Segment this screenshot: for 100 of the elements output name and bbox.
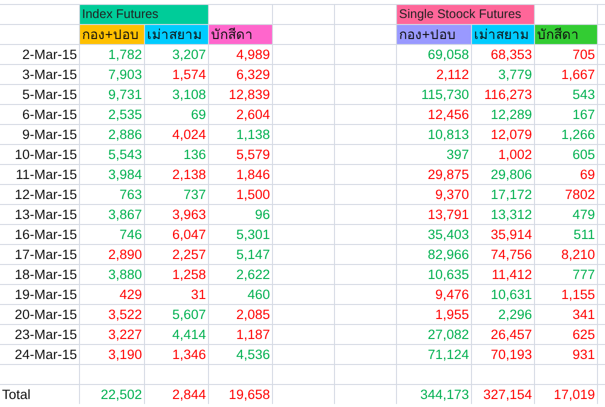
total-cell-text: 2,844 — [171, 386, 207, 404]
table-cell-text: 543 — [571, 86, 596, 104]
column-header: เม่าสยาม — [145, 25, 208, 44]
table-cell-text: 625 — [571, 326, 596, 344]
table-cell-text: 96 — [254, 206, 271, 224]
table-cell-text: 1,346 — [171, 346, 207, 364]
table-cell-text: 1,846 — [235, 166, 271, 184]
table-cell-text: 5,607 — [171, 306, 207, 324]
column-header: บักสีดา — [209, 25, 272, 44]
table-cell-text: 9,476 — [434, 286, 470, 304]
table-cell-text: 1,138 — [235, 126, 271, 144]
table-cell-text: 7802 — [564, 186, 596, 204]
table-cell-text: 3,963 — [171, 206, 207, 224]
table-cell-text: 2,138 — [171, 166, 207, 184]
total-cell-text: 19,658 — [228, 386, 271, 404]
table-cell-text: 7,903 — [107, 66, 143, 84]
column-header: กอง+ปอบ — [80, 25, 144, 44]
table-cell-text: 6,047 — [171, 226, 207, 244]
table-cell-text: 35,403 — [426, 226, 470, 244]
date-cell-text: 18-Mar-15 — [14, 266, 78, 284]
date-cell-text: 23-Mar-15 — [14, 326, 78, 344]
table-cell-text: 4,536 — [235, 346, 271, 364]
table-cell-text: 13,312 — [490, 206, 533, 224]
section-title: Index Futures — [80, 5, 208, 24]
table-cell-text: 27,082 — [426, 326, 470, 344]
table-cell-text: 4,414 — [171, 326, 207, 344]
table-cell-text: 511 — [572, 226, 596, 244]
table-cell-text: 3,227 — [107, 326, 143, 344]
table-cell-text: 35,914 — [490, 226, 533, 244]
table-cell-text: 2,257 — [171, 246, 207, 264]
table-cell-text: 69 — [190, 106, 207, 124]
table-cell-text: 12,079 — [490, 126, 533, 144]
table-cell-text: 3,984 — [107, 166, 143, 184]
table-cell-text: 12,839 — [228, 86, 271, 104]
table-cell-text: 5,543 — [107, 146, 143, 164]
table-cell-text: 69 — [578, 166, 596, 184]
date-cell-text: 3-Mar-15 — [21, 66, 78, 84]
date-cell-text: 10-Mar-15 — [14, 146, 78, 164]
table-cell-text: 74,756 — [490, 246, 533, 264]
total-cell-text: 22,502 — [100, 386, 143, 404]
table-cell-text: 5,301 — [235, 226, 271, 244]
total-label: Total — [1, 386, 32, 404]
table-cell-text: 1,155 — [560, 286, 596, 304]
table-cell-text: 2,296 — [497, 306, 533, 324]
table-cell-text: 69,058 — [426, 46, 470, 64]
table-cell-text: 746 — [118, 226, 143, 244]
table-cell-text: 29,806 — [490, 166, 533, 184]
table-cell-text: 2,622 — [235, 266, 271, 284]
table-cell-text: 341 — [571, 306, 596, 324]
table-cell-text: 429 — [118, 286, 143, 304]
table-cell-text: 3,207 — [171, 46, 207, 64]
date-cell-text: 17-Mar-15 — [14, 246, 78, 264]
table-cell-text: 737 — [182, 186, 207, 204]
table-cell-text: 17,172 — [490, 186, 533, 204]
table-cell-text: 29,875 — [426, 166, 470, 184]
table-cell-text: 1,500 — [235, 186, 271, 204]
table-cell-text: 931 — [571, 346, 596, 364]
table-cell-text: 705 — [571, 46, 596, 64]
table-cell-text: 2,604 — [235, 106, 271, 124]
table-cell-text: 777 — [571, 266, 596, 284]
date-cell-text: 13-Mar-15 — [14, 206, 78, 224]
table-cell-text: 3,190 — [107, 346, 143, 364]
table-cell-text: 2,886 — [107, 126, 143, 144]
table-cell-text: 1,002 — [497, 146, 533, 164]
table-cell-text: 605 — [571, 146, 596, 164]
table-cell-text: 10,635 — [426, 266, 470, 284]
date-cell-text: 6-Mar-15 — [21, 106, 78, 124]
table-cell-text: 6,329 — [235, 66, 271, 84]
table-cell-text: 3,522 — [107, 306, 143, 324]
table-cell-text: 13,791 — [426, 206, 470, 224]
date-cell-text: 5-Mar-15 — [21, 86, 78, 104]
table-cell-text: 3,867 — [107, 206, 143, 224]
total-cell-text: 17,019 — [552, 386, 596, 404]
table-cell-text: 3,779 — [497, 66, 533, 84]
table-cell-text: 9,731 — [107, 86, 143, 104]
table-cell-text: 1,266 — [560, 126, 596, 144]
table-cell-text: 167 — [571, 106, 596, 124]
table-cell-text: 31 — [190, 286, 207, 304]
table-cell-text: 479 — [571, 206, 596, 224]
table-cell-text: 1,667 — [560, 66, 596, 84]
table-cell-text: 3,108 — [171, 86, 207, 104]
column-header: บักสีดา — [535, 25, 597, 44]
table-cell-text: 5,147 — [235, 246, 271, 264]
date-cell-text: 12-Mar-15 — [14, 186, 78, 204]
table-cell-text: 1,258 — [171, 266, 207, 284]
date-cell-text: 16-Mar-15 — [14, 226, 78, 244]
table-cell-text: 12,289 — [490, 106, 533, 124]
date-cell-text: 9-Mar-15 — [21, 126, 78, 144]
table-cell-text: 1,782 — [107, 46, 143, 64]
table-cell-text: 5,579 — [235, 146, 271, 164]
table-cell-text: 1,955 — [434, 306, 470, 324]
date-cell-text: 20-Mar-15 — [14, 306, 78, 324]
table-cell-text: 10,631 — [490, 286, 533, 304]
table-cell-text: 4,989 — [235, 46, 271, 64]
table-cell-text: 116,273 — [483, 86, 533, 104]
table-cell-text: 4,024 — [171, 126, 207, 144]
table-cell-text: 460 — [246, 286, 271, 304]
table-cell-text: 1,187 — [235, 326, 271, 344]
column-header: กอง+ปอบ — [397, 25, 471, 44]
date-cell-text: 2-Mar-15 — [21, 46, 78, 64]
